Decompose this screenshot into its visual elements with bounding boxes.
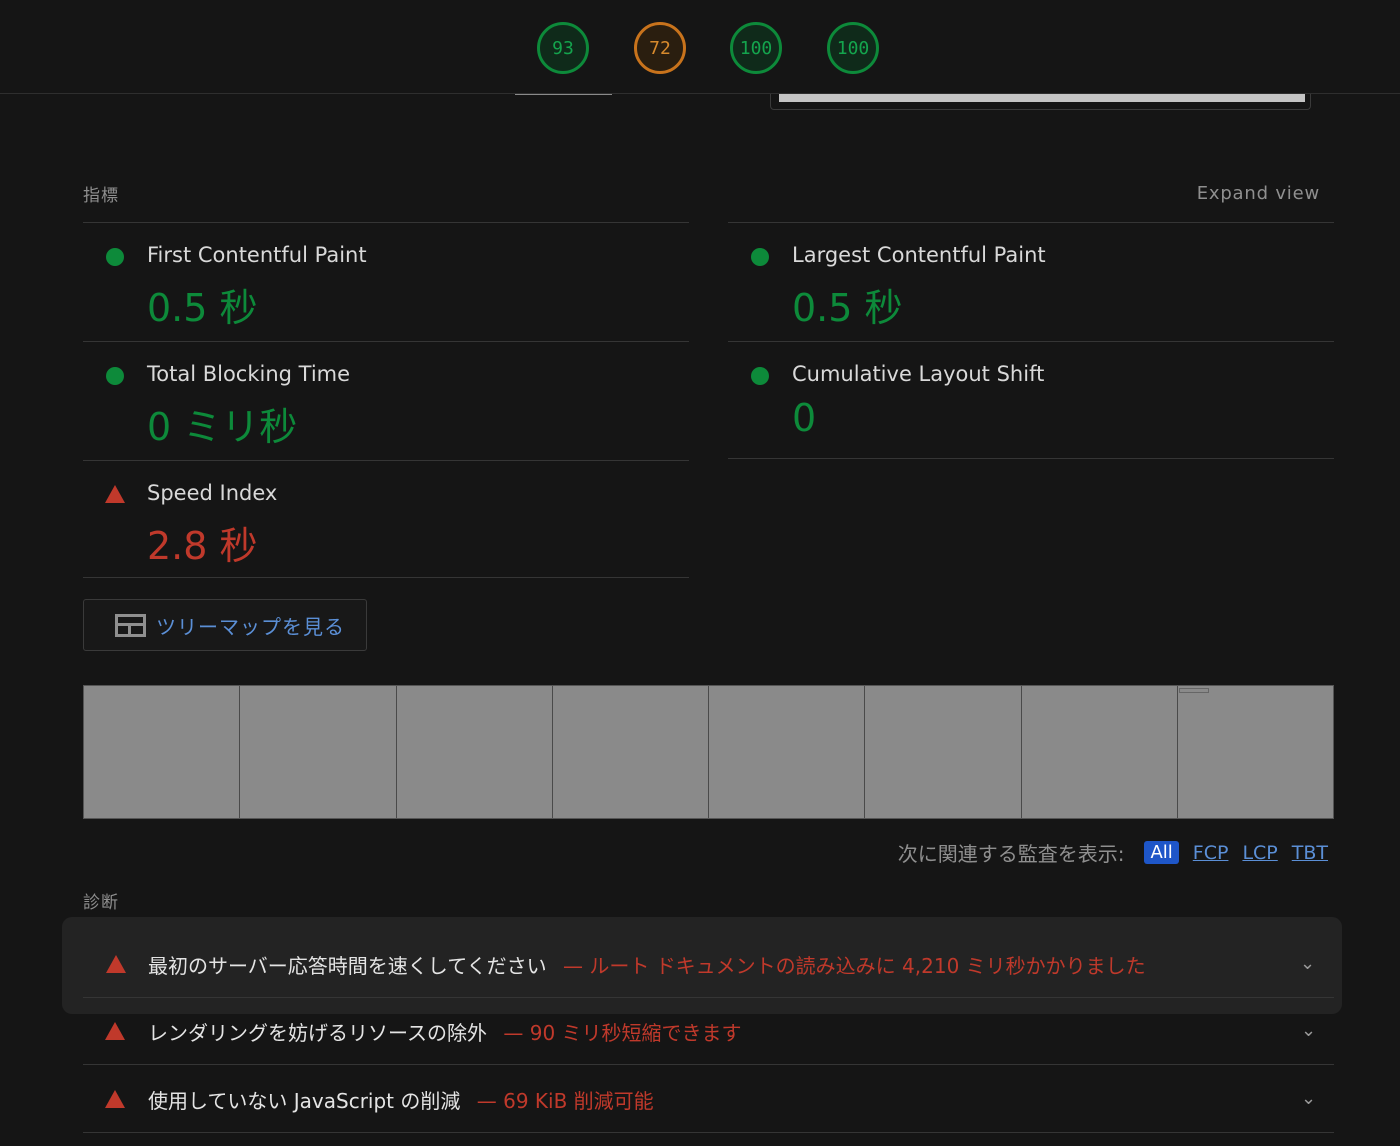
view-treemap-button[interactable]: ツリーマップを見る [83, 599, 367, 651]
audit-description: — ルート ドキュメントの読み込みに 4,210 ミリ秒かかりました [562, 954, 1146, 978]
filmstrip-frame [1021, 686, 1178, 818]
audit-filter: 次に関連する監査を表示: All FCP LCP TBT [898, 838, 1328, 867]
metric-fcp: First Contentful Paint 0.5 秒 [83, 222, 689, 341]
chevron-down-icon[interactable]: ⌄ [1300, 953, 1315, 974]
filmstrip-frame [396, 686, 553, 818]
accessibility-score-gauge[interactable]: 72 [634, 22, 686, 74]
filmstrip-frame [709, 686, 866, 818]
filmstrip [83, 685, 1334, 819]
audit-description: — 69 KiB 削減可能 [476, 1089, 654, 1113]
metric-title: Cumulative Layout Shift [792, 362, 1045, 386]
metric-tbt: Total Blocking Time 0 ミリ秒 [83, 341, 689, 460]
filmstrip-frame [865, 686, 1022, 818]
expand-view-link[interactable]: Expand view [1197, 183, 1320, 204]
filter-lcp-link[interactable]: LCP [1242, 842, 1277, 864]
metric-value: 0.5 秒 [792, 286, 903, 330]
divider [83, 577, 689, 578]
metric-value: 0 ミリ秒 [147, 405, 298, 449]
filter-fcp-link[interactable]: FCP [1193, 842, 1229, 864]
score-value: 100 [836, 37, 870, 59]
metric-value: 2.8 秒 [147, 524, 258, 568]
metric-cls: Cumulative Layout Shift 0 [728, 341, 1334, 460]
filmstrip-frame [240, 686, 397, 818]
filmstrip-frame [552, 686, 709, 818]
pass-status-icon [106, 248, 124, 266]
best-practices-score-gauge[interactable]: 100 [730, 22, 782, 74]
pass-status-icon [751, 367, 769, 385]
metric-lcp: Largest Contentful Paint 0.5 秒 [728, 222, 1334, 341]
filmstrip-frame [1177, 686, 1333, 818]
view-treemap-label: ツリーマップを見る [156, 614, 345, 639]
performance-score-gauge[interactable]: 93 [537, 22, 589, 74]
audit-filter-label: 次に関連する監査を表示: [897, 842, 1125, 866]
audit-unused-javascript[interactable]: 使用していない JavaScript の削減 — 69 KiB 削減可能 ⌄ [83, 1066, 1334, 1133]
diagnostics-section-label: 診断 [83, 893, 119, 913]
metric-title: Largest Contentful Paint [792, 243, 1046, 267]
filter-tbt-link[interactable]: TBT [1292, 842, 1328, 864]
chevron-down-icon[interactable]: ⌄ [1301, 1020, 1316, 1041]
fail-status-icon [105, 485, 125, 503]
treemap-icon [115, 613, 146, 637]
metric-title: First Contentful Paint [147, 243, 367, 267]
audit-title: 使用していない JavaScript の削減 [148, 1089, 461, 1113]
audit-render-blocking-resources[interactable]: レンダリングを妨げるリソースの除外 — 90 ミリ秒短縮できます ⌄ [83, 998, 1334, 1065]
divider [728, 458, 1334, 459]
pass-status-icon [751, 248, 769, 266]
fail-status-icon [105, 1022, 125, 1040]
metric-value: 0 [792, 396, 817, 440]
filmstrip-frame [84, 686, 241, 818]
fail-status-icon [105, 1090, 125, 1108]
chevron-down-icon[interactable]: ⌄ [1301, 1088, 1316, 1109]
audit-title: レンダリングを妨げるリソースの除外 [148, 1021, 487, 1045]
metric-speed-index: Speed Index 2.8 秒 [83, 460, 689, 579]
score-value: 72 [649, 37, 671, 59]
audit-description: — 90 ミリ秒短縮できます [503, 1021, 742, 1045]
fail-status-icon [106, 955, 126, 973]
seo-score-gauge[interactable]: 100 [827, 22, 879, 74]
metric-value: 0.5 秒 [147, 286, 258, 330]
score-value: 93 [552, 37, 574, 59]
pass-status-icon [106, 367, 124, 385]
metric-title: Total Blocking Time [147, 362, 351, 386]
metrics-section-label: 指標 [83, 186, 119, 206]
score-header: 93 72 100 100 [0, 0, 1400, 94]
metric-title: Speed Index [147, 481, 278, 505]
audit-title: 最初のサーバー応答時間を速くしてください [148, 954, 547, 978]
filter-all-chip[interactable]: All [1144, 841, 1179, 864]
score-value: 100 [739, 37, 773, 59]
